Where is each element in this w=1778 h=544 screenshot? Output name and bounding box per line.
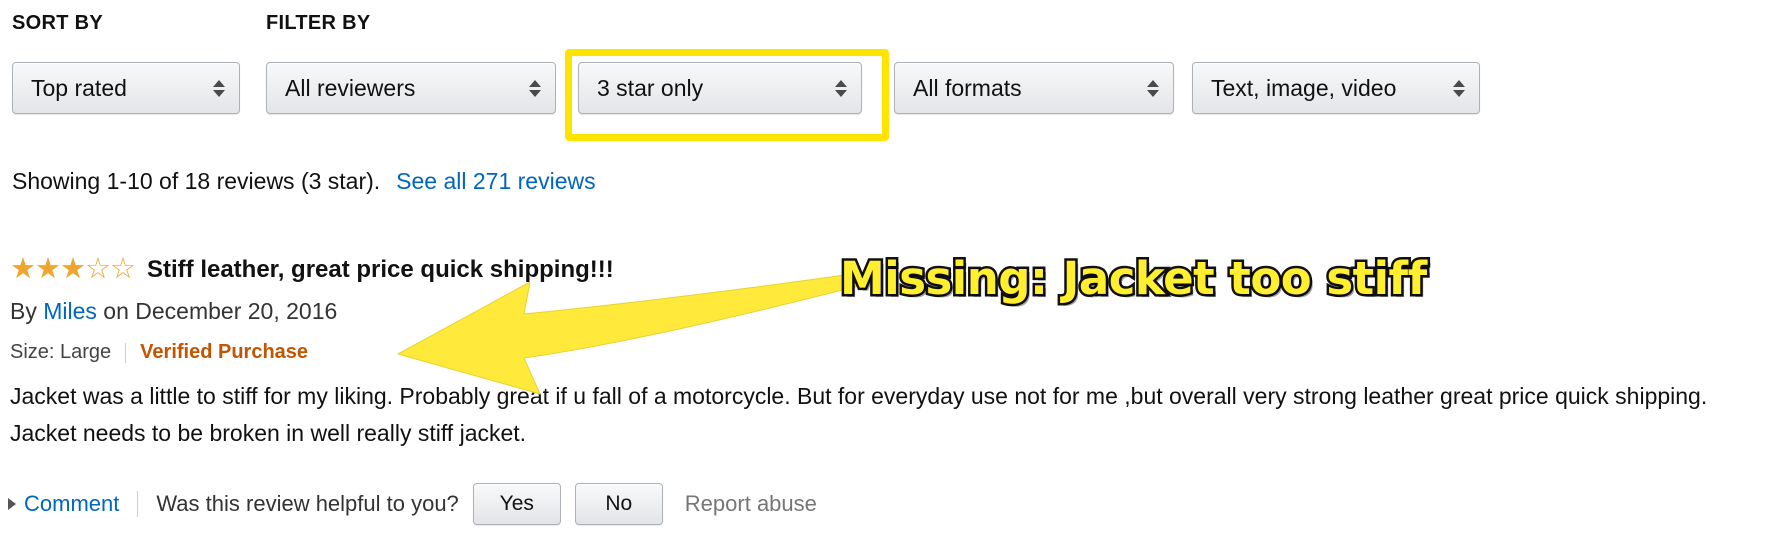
media-filter-value: Text, image, video: [1211, 74, 1397, 101]
filter-by-label: FILTER BY: [266, 12, 371, 34]
helpful-question-label: Was this review helpful to you?: [156, 491, 459, 516]
report-abuse-link[interactable]: Report abuse: [685, 491, 817, 517]
chevron-updown-icon: [1453, 79, 1465, 97]
star-filled-icon: ★: [35, 253, 61, 285]
media-filter-dropdown-wrap: Text, image, video: [1192, 62, 1480, 114]
star-empty-icon: ☆: [85, 253, 111, 285]
review-size: Size: Large: [10, 341, 112, 363]
star-filled-icon: ★: [60, 253, 86, 285]
star-rating-icon: ★ ★ ★ ☆ ☆: [10, 253, 136, 285]
annotation-label: Missing: Jacket too stiff: [838, 250, 1430, 308]
meta-divider: [125, 342, 127, 363]
see-all-reviews-link[interactable]: See all 271 reviews: [396, 168, 595, 194]
byline-prefix: By: [10, 298, 37, 324]
review-byline: By Miles on December 20, 2016: [10, 298, 337, 325]
format-filter-dropdown-wrap: All formats: [894, 62, 1174, 114]
filter-bar: SORT BY FILTER BY Top rated All reviewer…: [0, 0, 1778, 141]
review-page: SORT BY FILTER BY Top rated All reviewer…: [0, 0, 1778, 544]
review-date: on December 20, 2016: [103, 298, 338, 324]
showing-count-text: Showing 1-10 of 18 reviews (3 star).: [12, 168, 381, 194]
helpful-yes-button[interactable]: Yes: [472, 483, 561, 525]
helpful-no-button[interactable]: No: [574, 483, 663, 525]
sort-by-dropdown-wrap: Top rated: [12, 62, 240, 114]
sort-by-dropdown[interactable]: Top rated: [12, 62, 240, 114]
format-filter-value: All formats: [913, 74, 1022, 101]
format-filter-dropdown[interactable]: All formats: [894, 62, 1174, 114]
verified-purchase-badge: Verified Purchase: [140, 341, 309, 363]
star-empty-icon: ☆: [110, 253, 136, 285]
review-title[interactable]: Stiff leather, great price quick shippin…: [147, 256, 614, 284]
chevron-updown-icon: [835, 79, 847, 97]
reviewer-filter-dropdown[interactable]: All reviewers: [266, 62, 556, 114]
star-filter-dropdown-wrap: 3 star only: [578, 62, 862, 114]
review-footer: Comment Was this review helpful to you? …: [8, 483, 817, 525]
sort-by-label: SORT BY: [12, 12, 103, 34]
chevron-updown-icon: [213, 79, 225, 97]
caret-right-icon: [8, 498, 16, 510]
review-header: ★ ★ ★ ☆ ☆ Stiff leather, great price qui…: [10, 255, 614, 284]
media-filter-dropdown[interactable]: Text, image, video: [1192, 62, 1480, 114]
chevron-updown-icon: [1147, 79, 1159, 97]
comment-link[interactable]: Comment: [24, 491, 119, 517]
footer-divider: [137, 491, 139, 517]
star-filter-value: 3 star only: [597, 74, 704, 101]
star-filter-dropdown[interactable]: 3 star only: [578, 62, 862, 114]
reviewer-filter-dropdown-wrap: All reviewers: [266, 62, 556, 114]
review-meta: Size: Large Verified Purchase: [10, 341, 308, 364]
sort-by-value: Top rated: [31, 74, 127, 101]
chevron-updown-icon: [529, 79, 541, 97]
reviewer-filter-value: All reviewers: [285, 74, 416, 101]
showing-count-line: Showing 1-10 of 18 reviews (3 star). See …: [12, 168, 596, 195]
review-body-text: Jacket was a little to stiff for my liki…: [10, 383, 1708, 446]
star-filled-icon: ★: [10, 253, 36, 285]
review-author-link[interactable]: Miles: [43, 298, 97, 324]
